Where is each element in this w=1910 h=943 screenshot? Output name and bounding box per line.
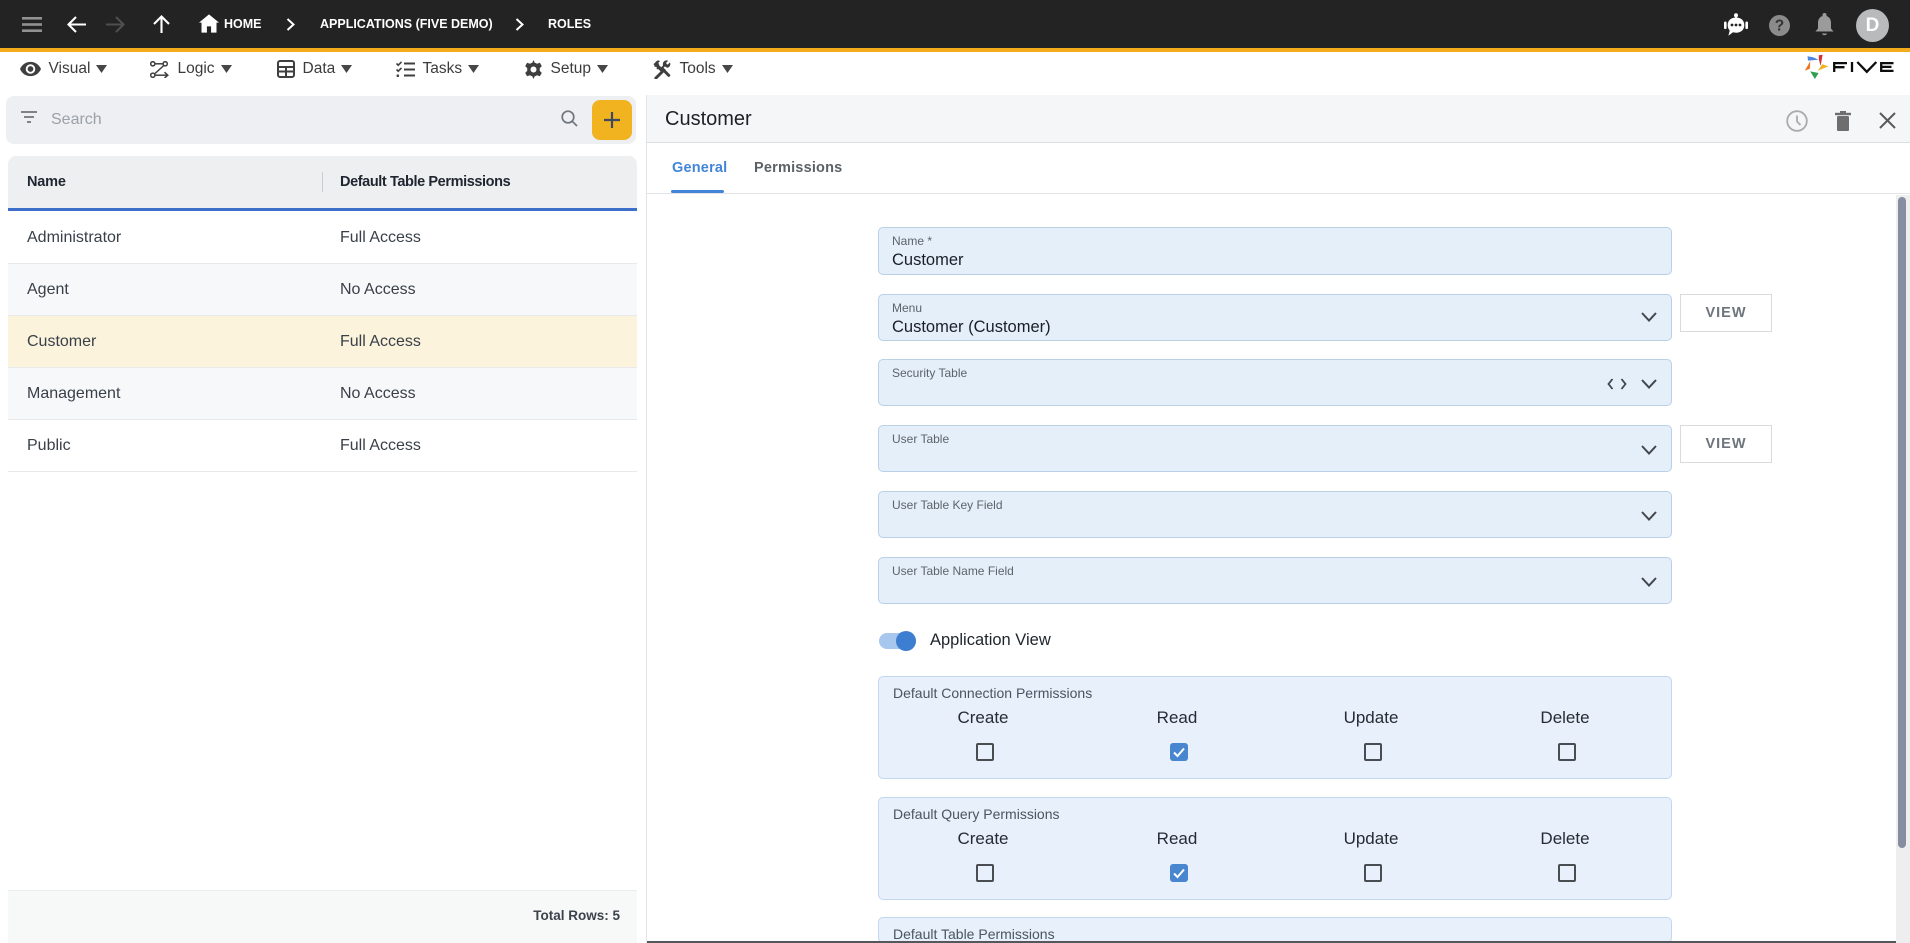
- svg-text:?: ?: [1775, 18, 1784, 35]
